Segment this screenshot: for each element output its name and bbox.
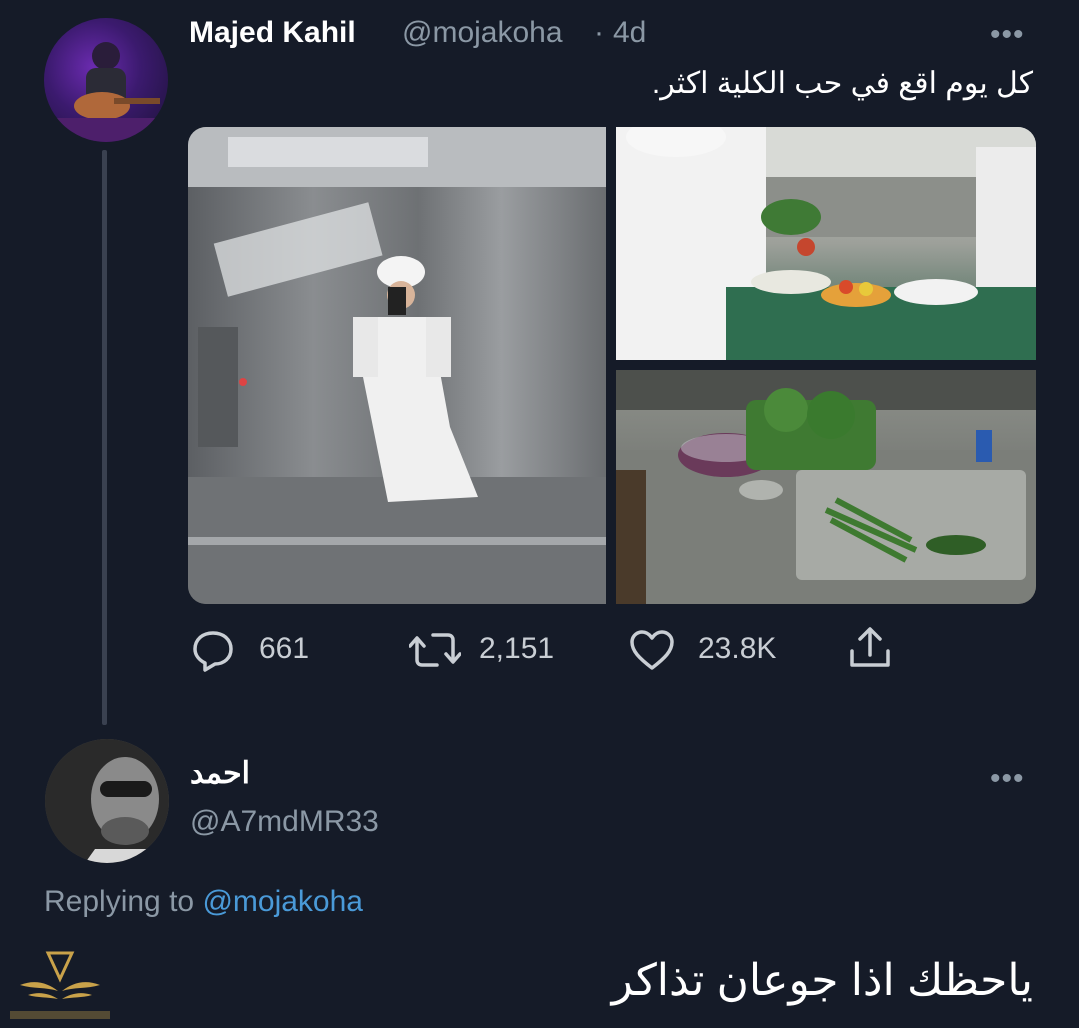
reply-icon[interactable] <box>191 628 235 677</box>
thread-connector <box>102 150 107 725</box>
photo-elevator[interactable] <box>188 127 606 604</box>
author-name[interactable]: Majed Kahil <box>189 16 356 50</box>
photo-vegetables[interactable] <box>616 370 1036 604</box>
tweet-timestamp[interactable]: 4d <box>613 16 646 50</box>
separator-dot: · <box>594 16 604 49</box>
author-avatar[interactable] <box>44 18 168 142</box>
avatar-photo <box>44 42 168 142</box>
reply-more-options-button[interactable]: ••• <box>990 762 1025 796</box>
share-icon[interactable] <box>847 625 893 676</box>
retweet-icon[interactable] <box>408 628 462 677</box>
like-icon[interactable] <box>629 628 675 677</box>
reply-author-avatar[interactable] <box>45 739 169 863</box>
more-options-button[interactable]: ••• <box>990 18 1025 52</box>
like-count: 23.8K <box>698 632 777 665</box>
tweet-text: كل يوم اقع في حب الكلية اكثر. <box>651 67 1033 100</box>
photo-kitchen-chef[interactable] <box>616 127 1036 360</box>
retweet-count: 2,151 <box>479 632 555 665</box>
tweet-media[interactable] <box>188 127 1036 604</box>
author-handle[interactable]: @mojakoha <box>402 16 563 50</box>
reply-author-name[interactable]: احمد <box>190 756 250 791</box>
watermark-logo <box>10 945 110 1023</box>
replying-to-mention[interactable]: @mojakoha <box>202 885 363 918</box>
avatar-photo <box>45 739 169 863</box>
reply-author-handle[interactable]: @A7mdMR33 <box>190 805 379 839</box>
replying-to: Replying to @mojakoha <box>44 885 363 919</box>
replying-to-prefix: Replying to <box>44 885 195 918</box>
reply-count: 661 <box>259 632 310 665</box>
reply-text: ياحظك اذا جوعان تذاكر <box>611 956 1033 1005</box>
